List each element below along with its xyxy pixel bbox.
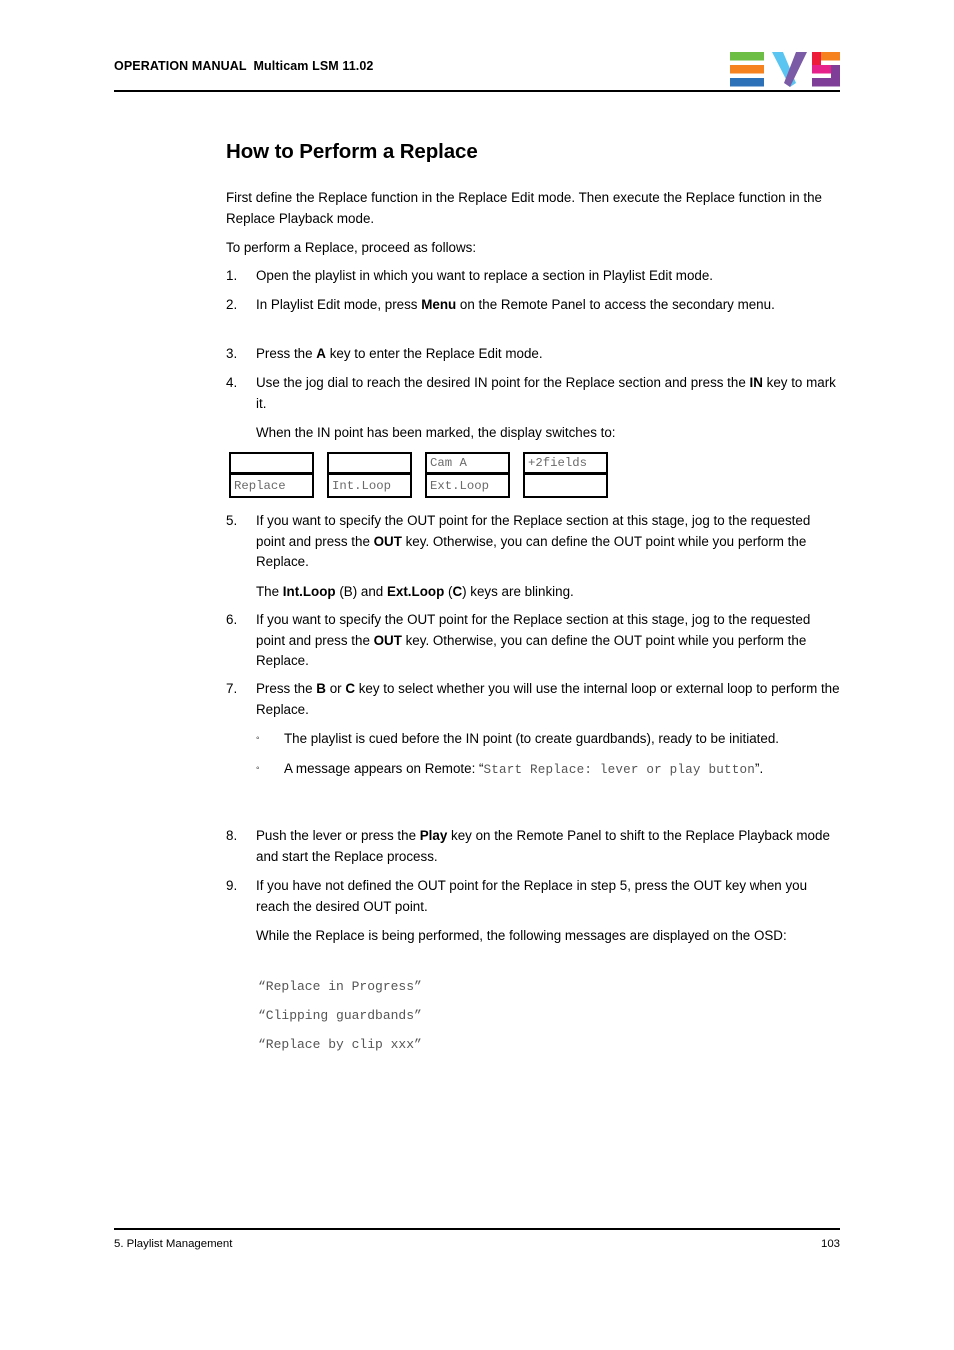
step-2-keyword: Menu — [421, 297, 457, 312]
list-item: ◦ A message appears on Remote: “Start Re… — [256, 759, 842, 781]
step-7-number: 7. — [226, 681, 238, 696]
step-7-bullet-2-post: ”. — [755, 760, 764, 776]
step-5-note-key-c: C — [452, 583, 463, 599]
footer-divider — [114, 1228, 840, 1230]
page-header: OPERATION MANUAL Multicam LSM 11.02 — [114, 52, 840, 90]
step-7-text-pre: Press the — [256, 681, 317, 696]
remote-key-display: Replace Int.Loop Cam A Ext.Loop +2fields — [229, 452, 608, 498]
step-4-text-pre: Use the jog dial to reach the desired IN… — [256, 375, 750, 390]
header-divider — [114, 90, 840, 92]
step-5-note-a: The — [256, 583, 283, 599]
keybox-ext-loop-bottom: Ext.Loop — [430, 478, 490, 493]
page-title: How to Perform a Replace — [226, 140, 478, 163]
step-7: 7. Press the B or C key to select whethe… — [226, 679, 842, 789]
step-5-note: The Int.Loop (B) and Ext.Loop (C) keys a… — [256, 582, 842, 603]
keybox-int-loop-top — [329, 454, 410, 475]
step-7-key-c: C — [345, 681, 355, 696]
keybox-fields-top: +2fields — [525, 454, 606, 475]
step-7-bullet-1-text: The playlist is cued before the IN point… — [284, 731, 779, 746]
step-7-key-b: B — [316, 681, 326, 696]
osd-messages: “Replace in Progress” “Clipping guardban… — [258, 972, 758, 1059]
keybox-replace: Replace — [229, 452, 314, 498]
step-8: 8. Push the lever or press the Play key … — [226, 826, 842, 867]
step-2-text-post: on the Remote Panel to access the second… — [456, 297, 775, 312]
step-4: 4. Use the jog dial to reach the desired… — [226, 373, 842, 444]
step-9-note: While the Replace is being performed, th… — [256, 928, 787, 943]
step-9: 9. If you have not defined the OUT point… — [226, 876, 842, 947]
keybox-int-loop: Int.Loop — [327, 452, 412, 498]
step-7-bullet-2-pre: A message appears on Remote: “ — [284, 760, 484, 776]
step-8-text-pre: Push the lever or press the — [256, 828, 420, 843]
list-item: ◦ The playlist is cued before the IN poi… — [256, 729, 842, 750]
step-2-number: 2. — [226, 297, 238, 312]
intro-paragraph-2: To perform a Replace, proceed as follows… — [226, 240, 477, 255]
evs-logo — [730, 52, 840, 88]
step-4-keyword: IN — [749, 375, 763, 390]
keybox-replace-top — [231, 454, 312, 475]
step-7-text-mid: or — [325, 681, 346, 696]
step-5-keyword: OUT — [373, 533, 402, 549]
step-5-number: 5. — [226, 513, 238, 528]
step-2: 2. In Playlist Edit mode, press Menu on … — [226, 295, 842, 316]
keybox-replace-bottom: Replace — [234, 478, 286, 493]
step-8-number: 8. — [226, 828, 238, 843]
keybox-ext-loop-top: Cam A — [427, 454, 508, 475]
osd-message-1: “Replace in Progress” — [258, 979, 422, 994]
step-5-note-e: ) keys are blinking. — [462, 583, 574, 599]
step-6-keyword: OUT — [373, 632, 402, 648]
osd-message-3: “Replace by clip xxx” — [258, 1037, 422, 1052]
remote-message-text: Start Replace: lever or play button — [483, 762, 755, 777]
step-7-bullet-2-text: A message appears on Remote: “Start Repl… — [284, 759, 842, 781]
step-9-number: 9. — [226, 878, 238, 893]
bullet-circle-icon: ◦ — [256, 733, 260, 744]
step-1-text: Open the playlist in which you want to r… — [256, 268, 714, 283]
step-5-note-ext-loop: Ext.Loop — [386, 583, 445, 599]
step-5-note-c: (B) and — [335, 583, 387, 599]
step-6: 6. If you want to specify the OUT point … — [226, 610, 842, 672]
step-3-text-post: key to enter the Replace Edit mode. — [325, 346, 543, 361]
step-1: 1. Open the playlist in which you want t… — [226, 266, 842, 287]
step-4-note: When the IN point has been marked, the d… — [256, 425, 616, 440]
step-3: 3. Press the A key to enter the Replace … — [226, 344, 842, 365]
step-5-note-int-loop: Int.Loop — [282, 583, 336, 599]
keybox-ext-loop: Cam A Ext.Loop — [425, 452, 510, 498]
step-8-keyword: Play — [419, 828, 448, 843]
keybox-int-loop-bottom: Int.Loop — [332, 478, 392, 493]
keybox-fields: +2fields — [523, 452, 608, 498]
step-5: 5. If you want to specify the OUT point … — [226, 511, 842, 602]
step-4-number: 4. — [226, 375, 238, 390]
evs-logo-svg — [730, 52, 840, 87]
document-page: OPERATION MANUAL Multicam LSM 11.02 How … — [0, 0, 954, 1350]
step-9-text: If you have not defined the OUT point fo… — [256, 878, 808, 914]
step-3-text-pre: Press the — [256, 346, 317, 361]
step-3-number: 3. — [226, 346, 238, 361]
step-1-number: 1. — [226, 268, 238, 283]
intro-paragraph-1: First define the Replace function in the… — [226, 190, 823, 226]
step-7-bullets: ◦ The playlist is cued before the IN poi… — [256, 729, 842, 780]
step-3-keyword: A — [316, 346, 326, 361]
footer-page-number: 103 — [820, 1238, 840, 1250]
osd-message-2: “Clipping guardbands” — [258, 1008, 422, 1023]
step-2-text-pre: In Playlist Edit mode, press — [256, 297, 422, 312]
bullet-circle-icon: ◦ — [256, 762, 260, 774]
step-6-number: 6. — [226, 612, 238, 627]
keybox-fields-bottom — [525, 475, 606, 496]
header-title: OPERATION MANUAL Multicam LSM 11.02 — [114, 59, 374, 73]
